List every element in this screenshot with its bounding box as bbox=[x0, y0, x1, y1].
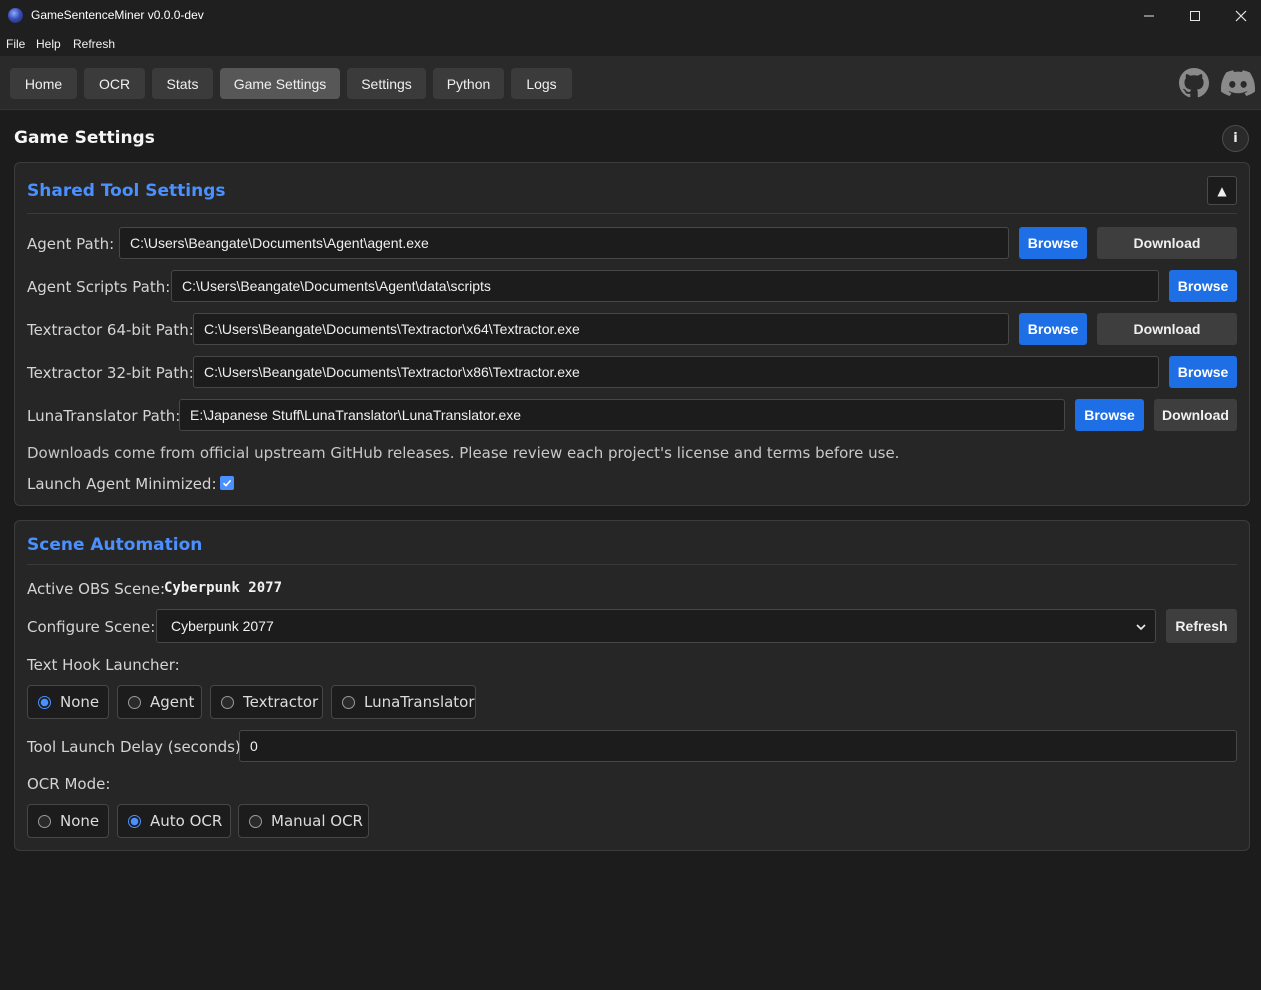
app-logo-icon bbox=[8, 8, 23, 23]
close-icon bbox=[1235, 10, 1247, 22]
menu-bar: File Help Refresh bbox=[0, 32, 1261, 56]
luna-path-label: LunaTranslator Path: bbox=[27, 407, 181, 425]
textractor32-browse-button[interactable]: Browse bbox=[1169, 356, 1237, 388]
minimize-icon bbox=[1144, 15, 1154, 17]
tab-python[interactable]: Python bbox=[433, 68, 504, 99]
launch-minimized-checkbox[interactable] bbox=[220, 476, 234, 490]
ocr-option-none[interactable]: None bbox=[27, 804, 109, 838]
configure-scene-select[interactable]: Cyberpunk 2077 bbox=[156, 609, 1156, 643]
tab-settings[interactable]: Settings bbox=[347, 68, 426, 99]
configure-scene-value: Cyberpunk 2077 bbox=[171, 618, 274, 634]
launcher-option-lunatranslator[interactable]: LunaTranslator bbox=[331, 685, 476, 719]
minimize-button[interactable] bbox=[1126, 0, 1172, 32]
window-title: GameSentenceMiner v0.0.0-dev bbox=[31, 8, 204, 22]
agent-path-label: Agent Path: bbox=[27, 235, 115, 253]
downloads-note: Downloads come from official upstream Gi… bbox=[27, 444, 900, 462]
menu-file[interactable]: File bbox=[6, 37, 25, 51]
title-bar: GameSentenceMiner v0.0.0-dev bbox=[0, 0, 1261, 32]
tool-launch-delay-input[interactable]: 0 bbox=[239, 730, 1237, 762]
textractor64-path-input[interactable]: C:\Users\Beangate\Documents\Textractor\x… bbox=[193, 313, 1009, 345]
radio-unselected-icon bbox=[38, 814, 51, 828]
agent-download-button[interactable]: Download bbox=[1097, 227, 1237, 259]
checkmark-icon bbox=[222, 479, 232, 487]
radio-selected-icon bbox=[38, 695, 51, 709]
section-title-shared: Shared Tool Settings bbox=[27, 181, 226, 201]
ocr-option-auto[interactable]: Auto OCR bbox=[117, 804, 231, 838]
tab-ocr[interactable]: OCR bbox=[84, 68, 145, 99]
textractor32-path-label: Textractor 32-bit Path: bbox=[27, 364, 194, 382]
radio-unselected-icon bbox=[128, 695, 141, 709]
agent-browse-button[interactable]: Browse bbox=[1019, 227, 1087, 259]
close-button[interactable] bbox=[1218, 0, 1261, 32]
shared-tool-settings-panel: Shared Tool Settings ▲ Agent Path: C:\Us… bbox=[14, 162, 1250, 506]
nav-bar: Home OCR Stats Game Settings Settings Py… bbox=[0, 56, 1261, 110]
chevron-down-icon bbox=[1136, 624, 1146, 631]
luna-browse-button[interactable]: Browse bbox=[1075, 399, 1144, 431]
launcher-option-label: Agent bbox=[150, 693, 195, 711]
ocr-option-label: None bbox=[60, 812, 100, 830]
launcher-option-none[interactable]: None bbox=[27, 685, 109, 719]
luna-download-button[interactable]: Download bbox=[1154, 399, 1237, 431]
collapse-button[interactable]: ▲ bbox=[1207, 176, 1237, 205]
textractor32-path-input[interactable]: C:\Users\Beangate\Documents\Textractor\x… bbox=[193, 356, 1159, 388]
radio-unselected-icon bbox=[342, 695, 355, 709]
page-title: Game Settings bbox=[14, 128, 155, 148]
ocr-option-label: Manual OCR bbox=[271, 812, 363, 830]
launcher-option-agent[interactable]: Agent bbox=[117, 685, 202, 719]
launch-minimized-label: Launch Agent Minimized: bbox=[27, 475, 217, 493]
radio-unselected-icon bbox=[221, 695, 234, 709]
tab-game-settings[interactable]: Game Settings bbox=[220, 68, 340, 99]
textractor64-path-label: Textractor 64-bit Path: bbox=[27, 321, 194, 339]
section-title-scene: Scene Automation bbox=[27, 535, 203, 555]
radio-unselected-icon bbox=[249, 814, 262, 828]
launcher-option-label: Textractor bbox=[243, 693, 319, 711]
textractor64-browse-button[interactable]: Browse bbox=[1019, 313, 1087, 345]
textractor64-download-button[interactable]: Download bbox=[1097, 313, 1237, 345]
launcher-option-label: None bbox=[60, 693, 100, 711]
github-icon[interactable] bbox=[1179, 68, 1209, 98]
radio-selected-icon bbox=[128, 814, 141, 828]
maximize-button[interactable] bbox=[1172, 0, 1218, 32]
agent-scripts-path-label: Agent Scripts Path: bbox=[27, 278, 171, 296]
active-scene-label: Active OBS Scene: bbox=[27, 580, 166, 598]
agent-scripts-browse-button[interactable]: Browse bbox=[1169, 270, 1237, 302]
maximize-icon bbox=[1190, 11, 1200, 21]
agent-path-input[interactable]: C:\Users\Beangate\Documents\Agent\agent.… bbox=[119, 227, 1009, 259]
ocr-option-manual[interactable]: Manual OCR bbox=[238, 804, 369, 838]
ocr-mode-label: OCR Mode: bbox=[27, 775, 111, 793]
menu-refresh[interactable]: Refresh bbox=[73, 37, 115, 51]
refresh-scene-button[interactable]: Refresh bbox=[1166, 609, 1237, 643]
tab-stats[interactable]: Stats bbox=[152, 68, 213, 99]
menu-help[interactable]: Help bbox=[36, 37, 61, 51]
luna-path-input[interactable]: E:\Japanese Stuff\LunaTranslator\LunaTra… bbox=[179, 399, 1065, 431]
discord-icon[interactable] bbox=[1221, 70, 1255, 96]
active-scene-value: Cyberpunk 2077 bbox=[164, 580, 283, 596]
collapse-up-icon: ▲ bbox=[1217, 183, 1227, 198]
scene-automation-panel: Scene Automation Active OBS Scene: Cyber… bbox=[14, 520, 1250, 851]
tool-launch-delay-label: Tool Launch Delay (seconds): bbox=[27, 738, 246, 756]
text-hook-launcher-label: Text Hook Launcher: bbox=[27, 656, 180, 674]
tab-home[interactable]: Home bbox=[10, 68, 77, 99]
tab-logs[interactable]: Logs bbox=[511, 68, 572, 99]
configure-scene-label: Configure Scene: bbox=[27, 618, 156, 636]
launcher-option-label: LunaTranslator bbox=[364, 693, 475, 711]
info-button[interactable]: i bbox=[1222, 125, 1249, 152]
agent-scripts-path-input[interactable]: C:\Users\Beangate\Documents\Agent\data\s… bbox=[171, 270, 1159, 302]
section-divider bbox=[27, 213, 1237, 214]
section-divider bbox=[27, 564, 1237, 565]
ocr-option-label: Auto OCR bbox=[150, 812, 223, 830]
launcher-option-textractor[interactable]: Textractor bbox=[210, 685, 323, 719]
